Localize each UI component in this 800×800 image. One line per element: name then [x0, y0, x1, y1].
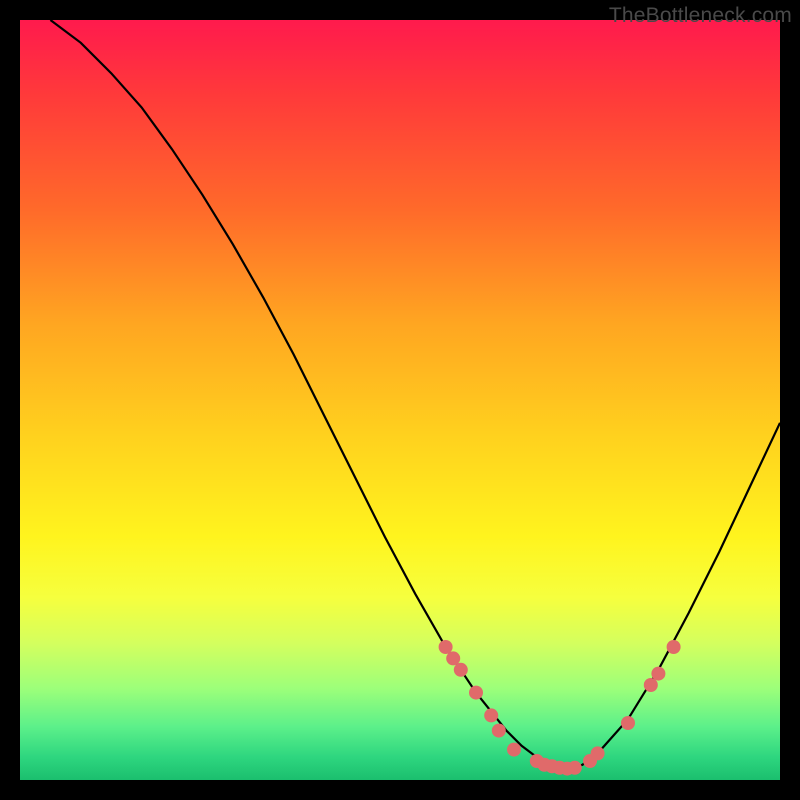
chart-svg [20, 20, 780, 780]
data-marker [591, 746, 605, 760]
data-marker [492, 724, 506, 738]
data-marker [644, 678, 658, 692]
data-marker [667, 640, 681, 654]
data-marker [507, 743, 521, 757]
data-marker [469, 686, 483, 700]
data-markers [439, 640, 681, 776]
data-marker [439, 640, 453, 654]
plot-area [20, 20, 780, 780]
data-marker [484, 708, 498, 722]
chart-frame [20, 20, 780, 780]
bottleneck-curve [50, 20, 780, 769]
data-marker [446, 651, 460, 665]
data-marker [568, 761, 582, 775]
watermark-text: TheBottleneck.com [609, 4, 792, 28]
data-marker [621, 716, 635, 730]
data-marker [454, 663, 468, 677]
data-marker [651, 667, 665, 681]
